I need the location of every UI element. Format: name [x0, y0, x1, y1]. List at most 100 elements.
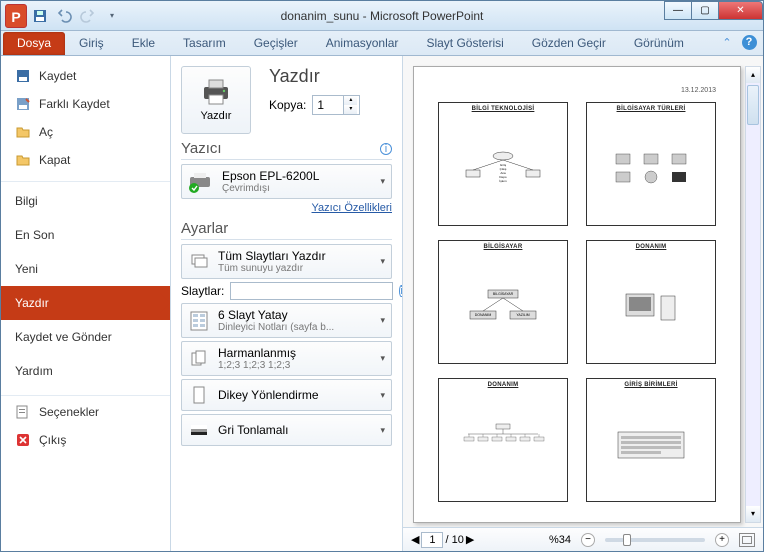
title-bar: P ▾ donanim_sunu - Microsoft PowerPoint … [1, 1, 763, 31]
vertical-scrollbar[interactable]: ▴ ▾ [745, 66, 761, 523]
preview-status-bar: ◀ / 10 ▶ %34 − + [403, 527, 763, 551]
scroll-up-icon[interactable]: ▴ [746, 67, 760, 83]
chevron-down-icon: ▾ [380, 425, 385, 436]
thumb-3: BİLGİSAYAR BİLGİSAYARDONANIMYAZILIM [438, 240, 568, 364]
portrait-icon [188, 384, 210, 406]
nav-save-as[interactable]: Farklı Kaydet [1, 90, 170, 118]
thumb-5: DONANIM [438, 378, 568, 502]
open-icon [15, 124, 31, 140]
print-button[interactable]: Yazdır [181, 66, 251, 134]
print-range-dropdown[interactable]: Tüm Slaytları YazdırTüm sunuyu yazdır ▾ [181, 244, 392, 279]
color-dropdown[interactable]: Gri Tonlamalı ▾ [181, 414, 392, 446]
prev-page-button[interactable]: ◀ [411, 533, 419, 546]
save-icon[interactable] [29, 5, 51, 27]
minimize-ribbon-icon[interactable]: ⌃ [719, 34, 735, 50]
collate-icon [188, 348, 210, 370]
nav-open[interactable]: Aç [1, 118, 170, 146]
copies-label: Kopya: [269, 98, 306, 112]
copies-input[interactable] [313, 98, 343, 112]
zoom-out-button[interactable]: − [581, 533, 595, 547]
nav-save-send[interactable]: Kaydet ve Gönder [1, 320, 170, 354]
printer-status-icon [188, 171, 214, 193]
orientation-dropdown[interactable]: Dikey Yönlendirme ▾ [181, 379, 392, 411]
save-as-icon [15, 96, 31, 112]
chevron-down-icon: ▾ [380, 176, 385, 187]
tab-design[interactable]: Tasarım [169, 32, 240, 55]
fit-to-window-button[interactable] [739, 533, 755, 547]
svg-text:İşlem: İşlem [499, 178, 507, 183]
preview-thumbnails: BİLGİ TEKNOLOJİSİ GirişÇıkışAnaDepoİşlem… [438, 102, 716, 502]
nav-new[interactable]: Yeni [1, 252, 170, 286]
window-title: donanim_sunu - Microsoft PowerPoint [281, 9, 484, 23]
copies-spinner[interactable]: ▴▾ [312, 95, 360, 115]
tab-view[interactable]: Görünüm [620, 32, 698, 55]
tab-slideshow[interactable]: Slayt Gösterisi [412, 32, 517, 55]
nav-options[interactable]: Seçenekler [1, 398, 170, 426]
spin-up[interactable]: ▴ [344, 96, 357, 105]
window-controls: — ▢ ✕ [665, 1, 763, 20]
nav-print[interactable]: Yazdır [1, 286, 170, 320]
next-page-button[interactable]: ▶ [466, 533, 474, 546]
maximize-button[interactable]: ▢ [691, 1, 719, 20]
layout-dropdown[interactable]: 6 Slayt YatayDinleyici Notları (sayfa b.… [181, 303, 392, 338]
help-icon[interactable]: ? [741, 34, 757, 50]
settings-section-heading: Ayarlar [181, 220, 392, 240]
tab-home[interactable]: Giriş [65, 32, 118, 55]
tab-insert[interactable]: Ekle [118, 32, 169, 55]
chevron-down-icon: ▾ [380, 256, 385, 267]
tab-file[interactable]: Dosya [3, 32, 65, 55]
tab-animations[interactable]: Animasyonlar [312, 32, 413, 55]
close-file-icon [15, 152, 31, 168]
close-button[interactable]: ✕ [718, 1, 763, 20]
info-icon[interactable]: i [380, 143, 392, 155]
collate-dropdown[interactable]: Harmanlanmış1;2;3 1;2;3 1;2;3 ▾ [181, 341, 392, 376]
page-number-input[interactable] [421, 532, 443, 548]
grayscale-icon [188, 419, 210, 441]
exit-icon [15, 432, 31, 448]
quick-access-toolbar: P ▾ [1, 5, 123, 27]
scroll-down-icon[interactable]: ▾ [746, 506, 760, 522]
preview-page: 13.12.2013 BİLGİ TEKNOLOJİSİ GirişÇıkışA… [413, 66, 741, 523]
undo-icon[interactable] [53, 5, 75, 27]
scroll-thumb[interactable] [747, 85, 759, 125]
spin-down[interactable]: ▾ [344, 105, 357, 114]
tab-review[interactable]: Gözden Geçir [518, 32, 620, 55]
zoom-in-button[interactable]: + [715, 533, 729, 547]
zoom-slider-thumb[interactable] [623, 534, 631, 546]
save-icon [15, 68, 31, 84]
tab-transitions[interactable]: Geçişler [240, 32, 312, 55]
nav-help[interactable]: Yardım [1, 354, 170, 388]
printer-dropdown[interactable]: Epson EPL-6200LÇevrimdışı ▾ [181, 164, 392, 199]
chevron-down-icon: ▾ [380, 315, 385, 326]
printer-icon [200, 78, 232, 106]
printer-section-heading: Yazıcıi [181, 140, 392, 160]
minimize-button[interactable]: — [664, 1, 692, 20]
thumb-4: DONANIM [586, 240, 716, 364]
printer-properties-link[interactable]: Yazıcı Özellikleri [181, 202, 392, 214]
nav-close[interactable]: Kapat [1, 146, 170, 174]
svg-text:YAZILIM: YAZILIM [516, 313, 529, 317]
page-total: / 10 [445, 534, 463, 546]
nav-recent[interactable]: En Son [1, 218, 170, 252]
thumb-6: GİRİŞ BİRİMLERİ [586, 378, 716, 502]
print-heading: Yazdır [269, 66, 360, 87]
thumb-1: BİLGİ TEKNOLOJİSİ GirişÇıkışAnaDepoİşlem [438, 102, 568, 226]
qat-customize-icon[interactable]: ▾ [101, 5, 123, 27]
app-menu-button[interactable]: P [5, 5, 27, 27]
ribbon-tabs: Dosya Giriş Ekle Tasarım Geçişler Animas… [1, 31, 763, 56]
nav-exit[interactable]: Çıkış [1, 426, 170, 454]
slides-icon [188, 251, 210, 273]
svg-text:BİLGİSAYAR: BİLGİSAYAR [493, 291, 514, 296]
slides-input[interactable] [230, 282, 393, 300]
redo-icon[interactable] [77, 5, 99, 27]
backstage-view: Kaydet Farklı Kaydet Aç Kapat Bilgi En S… [1, 56, 763, 551]
zoom-slider[interactable] [605, 538, 705, 542]
nav-save[interactable]: Kaydet [1, 62, 170, 90]
chevron-down-icon: ▾ [380, 390, 385, 401]
print-preview-panel: 13.12.2013 BİLGİ TEKNOLOJİSİ GirişÇıkışA… [403, 56, 763, 551]
backstage-nav: Kaydet Farklı Kaydet Aç Kapat Bilgi En S… [1, 56, 171, 551]
zoom-label: %34 [549, 534, 571, 546]
svg-text:DONANIM: DONANIM [475, 313, 492, 317]
handout-icon [188, 310, 210, 332]
nav-info[interactable]: Bilgi [1, 184, 170, 218]
